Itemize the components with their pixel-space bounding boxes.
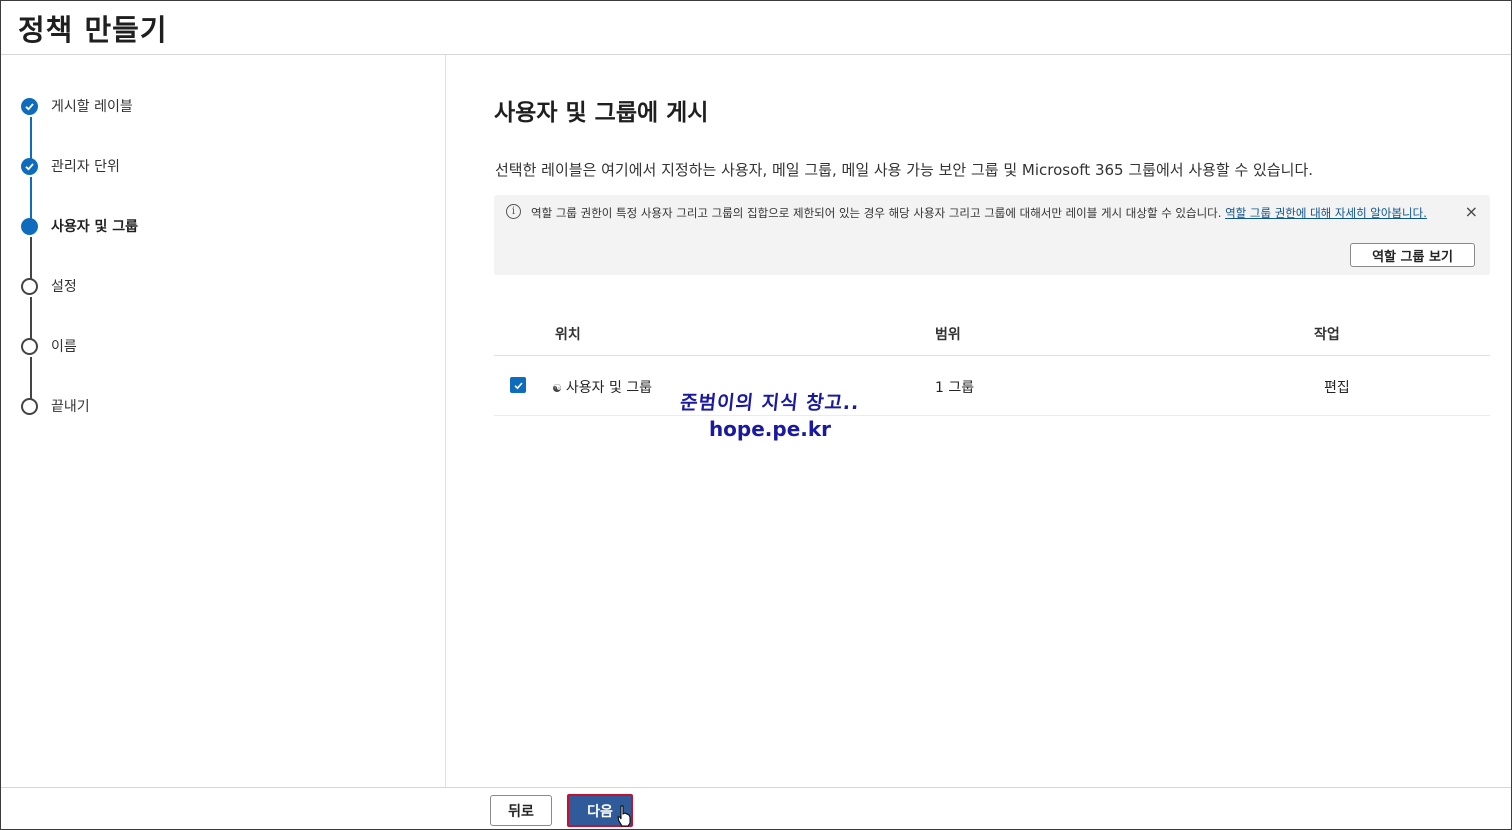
hand-cursor-icon bbox=[617, 805, 631, 827]
location-cell: ☯ 사용자 및 그룹 bbox=[552, 377, 652, 397]
group-icon: ☯ bbox=[552, 382, 562, 395]
back-button[interactable]: 뒤로 bbox=[490, 795, 552, 826]
page-header: 정책 만들기 bbox=[1, 1, 1511, 55]
close-icon[interactable]: × bbox=[1465, 202, 1478, 221]
table-row: ☯ 사용자 및 그룹 1 그룹 편집 bbox=[494, 356, 1490, 416]
info-message: 역할 그룹 권한이 특정 사용자 그리고 그룹의 집합으로 제한되어 있는 경우… bbox=[531, 206, 1222, 220]
scope-cell: 1 그룹 bbox=[935, 380, 975, 396]
footer-bar: 뒤로 다음 bbox=[1, 787, 1511, 829]
step-settings[interactable]: 설정 bbox=[21, 275, 77, 297]
section-title: 사용자 및 그룹에 게시 bbox=[494, 100, 709, 126]
info-icon: i bbox=[506, 204, 521, 219]
checkmark-icon bbox=[21, 157, 38, 175]
main-content: 사용자 및 그룹에 게시 선택한 레이블은 여기에서 지정하는 사용자, 메일 … bbox=[447, 55, 1511, 787]
page-title: 정책 만들기 bbox=[18, 13, 168, 47]
wizard-steps: 게시할 레이블 관리자 단위 사용자 및 그룹 설정 이름 끝내기 bbox=[1, 55, 446, 787]
step-name[interactable]: 이름 bbox=[21, 335, 77, 357]
step-publish-labels[interactable]: 게시할 레이블 bbox=[21, 95, 133, 117]
empty-circle-icon bbox=[21, 337, 38, 355]
table-header: 위치 범위 작업 bbox=[494, 310, 1490, 356]
info-banner: i 역할 그룹 권한이 특정 사용자 그리고 그룹의 집합으로 제한되어 있는 … bbox=[494, 195, 1490, 275]
location-label: 사용자 및 그룹 bbox=[565, 380, 653, 396]
column-header-scope: 범위 bbox=[935, 327, 961, 343]
column-header-action: 작업 bbox=[1314, 327, 1340, 343]
learn-more-link[interactable]: 역할 그룹 권한에 대해 자세히 알아봅니다. bbox=[1225, 206, 1427, 220]
checkmark-icon bbox=[21, 97, 38, 115]
view-role-groups-button[interactable]: 역할 그룹 보기 bbox=[1350, 243, 1475, 267]
empty-circle-icon bbox=[21, 277, 38, 295]
step-label: 이름 bbox=[51, 339, 77, 355]
info-text: 역할 그룹 권한이 특정 사용자 그리고 그룹의 집합으로 제한되어 있는 경우… bbox=[531, 205, 1451, 221]
step-admin-units[interactable]: 관리자 단위 bbox=[21, 155, 120, 177]
step-label: 끝내기 bbox=[51, 399, 90, 415]
locations-table: 위치 범위 작업 ☯ 사용자 및 그룹 1 그룹 편집 bbox=[494, 310, 1490, 416]
edit-link[interactable]: 편집 bbox=[1324, 377, 1350, 397]
section-description: 선택한 레이블은 여기에서 지정하는 사용자, 메일 그룹, 메일 사용 가능 … bbox=[495, 161, 1314, 179]
step-label: 설정 bbox=[51, 279, 77, 295]
step-label: 게시할 레이블 bbox=[51, 99, 133, 115]
step-finish[interactable]: 끝내기 bbox=[21, 395, 90, 417]
step-label: 관리자 단위 bbox=[51, 159, 120, 175]
empty-circle-icon bbox=[21, 397, 38, 415]
step-label: 사용자 및 그룹 bbox=[51, 219, 139, 235]
row-checkbox[interactable] bbox=[510, 377, 526, 393]
step-users-groups[interactable]: 사용자 및 그룹 bbox=[21, 215, 138, 237]
current-step-icon bbox=[21, 217, 38, 235]
column-header-location: 위치 bbox=[555, 327, 581, 343]
